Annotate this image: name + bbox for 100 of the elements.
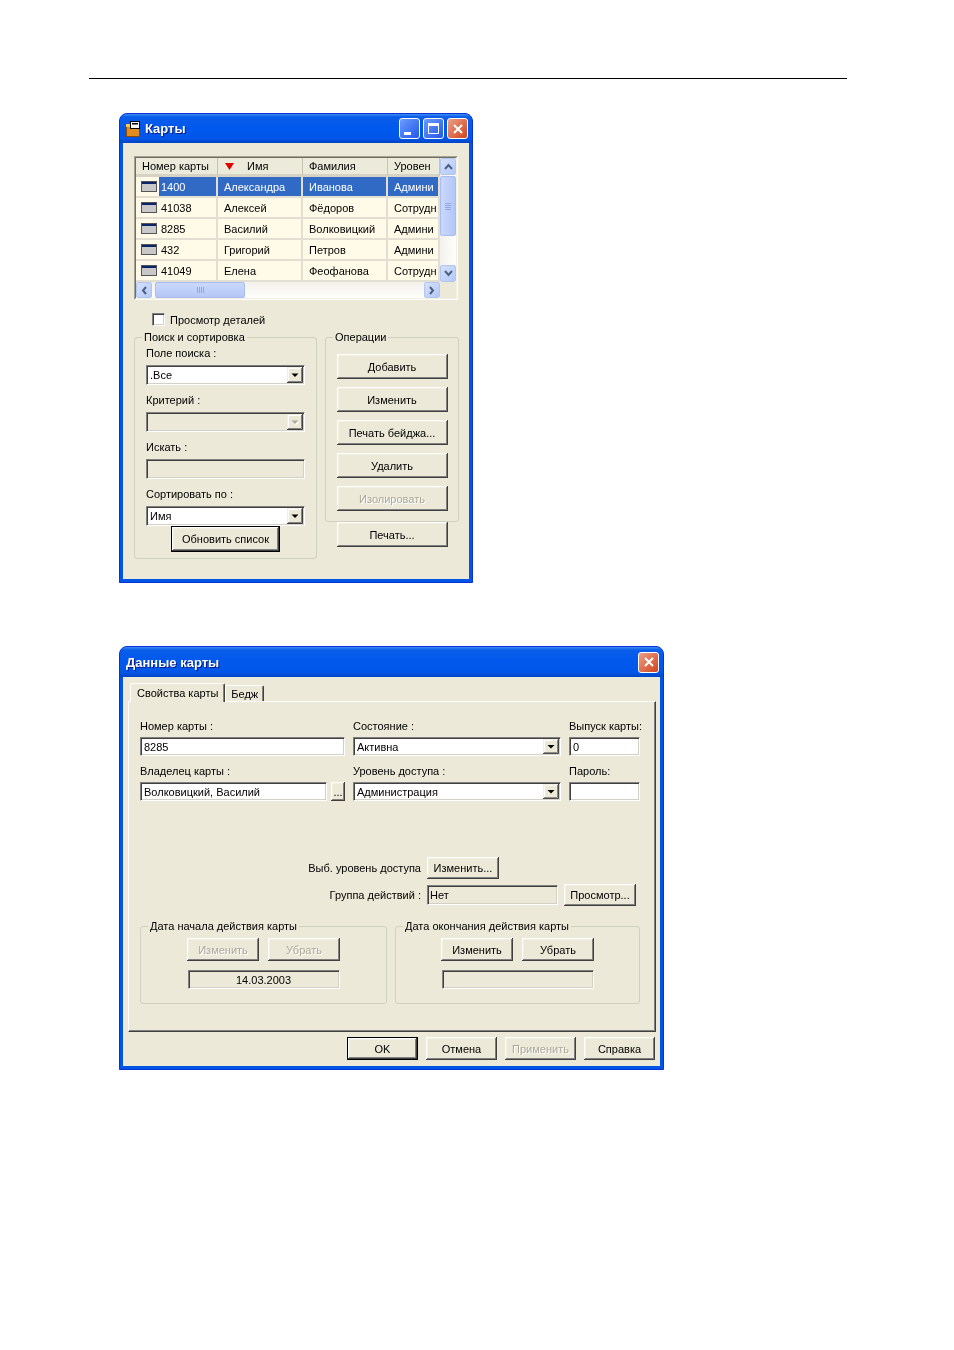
table-cell-text: 8285	[160, 221, 187, 237]
close-button[interactable]	[447, 118, 468, 139]
table-cell: Василий	[218, 219, 303, 238]
table-row[interactable]: 1400 Александра Иванова Админи	[136, 177, 440, 198]
browse-button[interactable]: ...	[331, 782, 345, 801]
field-label: Группа действий :	[329, 888, 421, 902]
horizontal-scrollbar[interactable]	[136, 282, 440, 298]
sort-arrow-icon	[225, 162, 234, 170]
print-button[interactable]: Печать...	[336, 522, 448, 547]
dropdown[interactable]: Активна	[353, 737, 561, 756]
close-icon	[643, 657, 654, 667]
field-label: Сортировать по :	[146, 487, 233, 501]
minimize-button[interactable]	[399, 118, 420, 139]
field-label: Владелец карты :	[140, 764, 231, 778]
table-row[interactable]: 41038 Алексей Фёдоров Сотрудн	[136, 198, 440, 219]
caret-down-icon[interactable]	[287, 367, 303, 383]
column-header[interactable]: Фамилия	[303, 158, 388, 177]
view-button[interactable]: Просмотр...	[564, 884, 636, 906]
window-title: Данные карты	[126, 654, 220, 670]
group-title: Дата окончания действия карты	[403, 920, 571, 933]
dropdown[interactable]: Имя	[146, 506, 305, 526]
text-field[interactable]: 0	[569, 737, 640, 756]
group-title: Операции	[333, 331, 389, 344]
close-icon	[452, 123, 463, 134]
change-access-button[interactable]: Изменить...	[427, 857, 499, 879]
scroll-down-button[interactable]	[440, 265, 456, 282]
edit-button[interactable]: Изменить	[336, 387, 448, 412]
checkbox[interactable]	[152, 313, 165, 326]
tab[interactable]: Свойства карты	[130, 683, 226, 702]
field-label: Номер карты :	[140, 719, 214, 733]
table-cell: Иванова	[303, 177, 388, 196]
scroll-up-button[interactable]	[440, 158, 456, 175]
group-title: Поиск и сортировка	[142, 331, 247, 344]
chevron-left-icon	[141, 285, 147, 295]
scroll-left-button[interactable]	[136, 282, 152, 298]
card-icon	[141, 265, 157, 276]
text-field[interactable]	[569, 782, 640, 801]
delete-button[interactable]: Удалить	[336, 453, 448, 478]
table-row[interactable]: 41049 Елена Феофанова Сотрудн	[136, 261, 440, 282]
scroll-thumb[interactable]	[155, 282, 245, 298]
maximize-button[interactable]	[423, 118, 444, 139]
table-cell: Алексей	[218, 198, 303, 217]
chevron-up-icon	[443, 163, 453, 170]
refresh-button[interactable]: Обновить список	[171, 526, 280, 552]
caret-down-icon[interactable]	[287, 508, 303, 524]
field-label: Искать :	[146, 440, 188, 454]
dropdown[interactable]: .Все	[146, 365, 305, 385]
folder-icon	[125, 120, 141, 137]
table-cell-text: 41038	[160, 200, 193, 216]
table-cell: Админи	[388, 177, 440, 196]
chevron-right-icon	[429, 285, 435, 295]
help-button[interactable]: Справка	[584, 1037, 655, 1060]
cancel-button[interactable]: Отмена	[426, 1037, 497, 1060]
change-date-button[interactable]: Изменить	[441, 938, 513, 961]
close-button[interactable]	[638, 651, 659, 673]
table-cell: Феофанова	[303, 261, 388, 280]
scroll-right-button[interactable]	[424, 282, 440, 298]
print-badge-button[interactable]: Печать бейджа...	[336, 420, 448, 445]
card-icon	[141, 244, 157, 255]
text-field[interactable]: Волковицкий, Василий	[140, 782, 327, 801]
table-row[interactable]: 8285 Василий Волковицкий Админи	[136, 219, 440, 240]
caret-down-icon[interactable]	[543, 739, 559, 754]
clear-date-button[interactable]: Убрать	[522, 938, 594, 961]
tab[interactable]: Бедж	[225, 685, 265, 701]
table-cell: 1400	[159, 177, 216, 196]
table-row[interactable]: 432 Григорий Петров Админи	[136, 240, 440, 261]
group-title: Дата начала действия карты	[148, 920, 300, 933]
vertical-scrollbar[interactable]	[440, 158, 456, 282]
maximize-icon	[428, 123, 439, 134]
card-icon	[141, 202, 157, 213]
add-button[interactable]: Добавить	[336, 354, 448, 379]
caret-down-icon[interactable]	[543, 784, 559, 799]
field-label: Уровень доступа :	[353, 764, 446, 778]
text-field[interactable]: Нет	[427, 885, 558, 905]
column-header[interactable]: Уровен	[388, 158, 440, 177]
scroll-thumb[interactable]	[440, 176, 456, 236]
table-cell: Григорий	[218, 240, 303, 259]
text-field[interactable]: 8285	[140, 737, 345, 756]
minimize-icon	[404, 131, 411, 135]
card-icon	[141, 181, 157, 192]
table-cell-text: 41049	[160, 263, 193, 279]
table-cell: Волковицкий	[303, 219, 388, 238]
field-label: Выпуск карты:	[569, 719, 642, 733]
window-title: Карты	[145, 121, 186, 136]
checkbox-label: Просмотр деталей	[170, 312, 266, 327]
table-cell: Петров	[303, 240, 388, 259]
table-cell: Елена	[218, 261, 303, 280]
field-label: Пароль:	[569, 764, 611, 778]
field-label: Критерий :	[146, 393, 201, 407]
field-label: Состояние :	[353, 719, 414, 733]
ok-button[interactable]: OK	[347, 1037, 418, 1060]
column-header[interactable]: Имя	[218, 158, 303, 177]
dropdown[interactable]: Администрация	[353, 782, 561, 801]
column-header[interactable]: Номер карты	[136, 158, 218, 177]
table-cell: Александра	[218, 177, 303, 196]
table-cell-text: 432	[160, 242, 181, 258]
table-cell: Фёдоров	[303, 198, 388, 217]
date-field: 14.03.2003	[187, 970, 340, 989]
field-label: Поле поиска :	[146, 346, 217, 360]
chevron-down-icon	[443, 270, 453, 277]
